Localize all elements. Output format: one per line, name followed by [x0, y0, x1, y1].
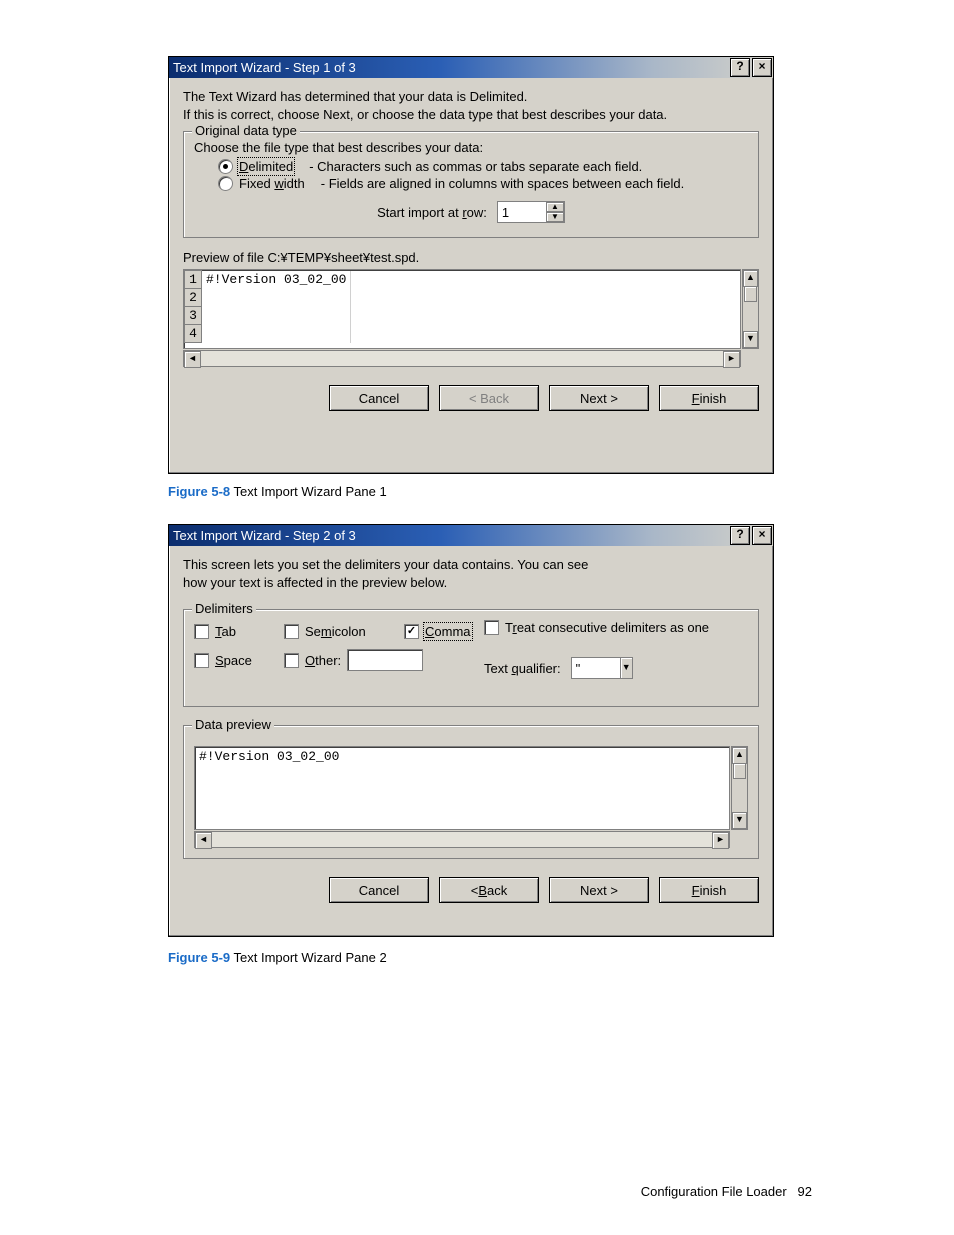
close-icon[interactable]: × — [752, 526, 772, 545]
group-legend: Delimiters — [192, 601, 256, 616]
scroll-left-icon[interactable]: ◄ — [184, 351, 201, 368]
horizontal-scrollbar[interactable]: ◄ ► — [194, 831, 730, 848]
checkbox-semicolon-label: Semicolon — [305, 624, 366, 639]
radio-delimited-desc: - Characters such as commas or tabs sepa… — [309, 159, 642, 174]
preview-row: 1#!Version 03_02_00 — [185, 271, 351, 289]
page-footer: Configuration File Loader 92 — [641, 1184, 812, 1199]
group-prompt: Choose the file type that best describes… — [194, 140, 748, 155]
text-qualifier-combo[interactable]: ▼ — [571, 657, 633, 679]
checkbox-space-label: Space — [215, 653, 252, 668]
back-button: < Back — [439, 385, 539, 411]
back-button[interactable]: < Back — [439, 877, 539, 903]
dialog-title: Text Import Wizard - Step 1 of 3 — [173, 60, 729, 75]
spinner-down-icon[interactable]: ▼ — [546, 212, 564, 222]
preview-row: 4 — [185, 325, 351, 343]
titlebar[interactable]: Text Import Wizard - Step 2 of 3 ? × — [169, 525, 773, 546]
preview-grid[interactable]: 1#!Version 03_02_00 2 3 4 — [183, 269, 741, 349]
wizard-buttons: Cancel < Back Next > Finish — [183, 877, 759, 903]
radio-fixed-label: Fixed width — [239, 176, 305, 191]
scroll-right-icon[interactable]: ► — [723, 351, 740, 368]
footer-section: Configuration File Loader — [641, 1184, 787, 1199]
next-button[interactable]: Next > — [549, 877, 649, 903]
intro-text: The Text Wizard has determined that your… — [183, 88, 759, 123]
scroll-left-icon[interactable]: ◄ — [195, 832, 212, 849]
figure-caption-5-8: Figure 5-8 Text Import Wizard Pane 1 — [168, 484, 387, 499]
footer-page-number: 92 — [798, 1184, 812, 1199]
preview-area: 1#!Version 03_02_00 2 3 4 ▲ ▼ ◄ ► — [183, 269, 759, 367]
scroll-right-icon[interactable]: ► — [712, 832, 729, 849]
checkbox-comma[interactable] — [404, 624, 419, 639]
start-row-label: Start import at row: — [377, 205, 487, 220]
intro-text: This screen lets you set the delimiters … — [183, 556, 759, 591]
help-icon[interactable]: ? — [730, 58, 750, 77]
group-legend: Data preview — [192, 717, 274, 732]
cancel-button[interactable]: Cancel — [329, 385, 429, 411]
checkbox-other[interactable] — [284, 653, 299, 668]
checkbox-comma-label: Comma — [425, 624, 471, 639]
preview-area: #!Version 03_02_00 ▲ ▼ ◄ ► — [194, 746, 748, 848]
finish-button[interactable]: Finish — [659, 877, 759, 903]
start-row-spinner[interactable]: ▲ ▼ — [497, 201, 565, 223]
titlebar[interactable]: Text Import Wizard - Step 1 of 3 ? × — [169, 57, 773, 78]
original-data-type-group: Original data type Choose the file type … — [183, 131, 759, 238]
radio-fixed-width[interactable] — [218, 176, 233, 191]
figure-caption-5-9: Figure 5-9 Text Import Wizard Pane 2 — [168, 950, 387, 965]
data-preview-group: Data preview #!Version 03_02_00 ▲ ▼ ◄ ► — [183, 725, 759, 859]
horizontal-scrollbar[interactable]: ◄ ► — [183, 350, 741, 367]
preview-row: 3 — [185, 307, 351, 325]
radio-fixed-desc: - Fields are aligned in columns with spa… — [321, 176, 684, 191]
spinner-up-icon[interactable]: ▲ — [546, 202, 564, 212]
checkbox-treat-consecutive-label: Treat consecutive delimiters as one — [505, 620, 709, 635]
other-delimiter-input[interactable] — [347, 649, 423, 671]
radio-delimited-label: Delimited — [239, 159, 293, 174]
scroll-up-icon[interactable]: ▲ — [732, 747, 747, 764]
text-import-wizard-step-2: Text Import Wizard - Step 2 of 3 ? × Thi… — [168, 524, 774, 937]
close-icon[interactable]: × — [752, 58, 772, 77]
vertical-scrollbar[interactable]: ▲ ▼ — [742, 269, 759, 349]
start-row-input[interactable] — [498, 202, 546, 222]
wizard-buttons: Cancel < Back Next > Finish — [183, 385, 759, 411]
preview-file-label: Preview of file C:¥TEMP¥sheet¥test.spd. — [183, 250, 759, 265]
help-icon[interactable]: ? — [730, 526, 750, 545]
checkbox-other-label: Other: — [305, 653, 341, 668]
checkbox-treat-consecutive[interactable] — [484, 620, 499, 635]
checkbox-tab[interactable] — [194, 624, 209, 639]
text-qualifier-label: Text qualifier: — [484, 661, 561, 676]
checkbox-space[interactable] — [194, 653, 209, 668]
preview-row: 2 — [185, 289, 351, 307]
text-import-wizard-step-1: Text Import Wizard - Step 1 of 3 ? × The… — [168, 56, 774, 474]
delimiters-group: Delimiters Tab Semicolon Comma — [183, 609, 759, 707]
chevron-down-icon[interactable]: ▼ — [620, 658, 632, 678]
scroll-down-icon[interactable]: ▼ — [743, 331, 758, 348]
finish-button[interactable]: Finish — [659, 385, 759, 411]
scroll-thumb[interactable] — [733, 763, 746, 779]
scroll-up-icon[interactable]: ▲ — [743, 270, 758, 287]
data-preview[interactable]: #!Version 03_02_00 — [194, 746, 730, 830]
checkbox-semicolon[interactable] — [284, 624, 299, 639]
scroll-down-icon[interactable]: ▼ — [732, 812, 747, 829]
checkbox-tab-label: Tab — [215, 624, 236, 639]
scroll-thumb[interactable] — [744, 286, 757, 302]
dialog-title: Text Import Wizard - Step 2 of 3 — [173, 528, 729, 543]
vertical-scrollbar[interactable]: ▲ ▼ — [731, 746, 748, 830]
cancel-button[interactable]: Cancel — [329, 877, 429, 903]
group-legend: Original data type — [192, 123, 300, 138]
radio-delimited[interactable] — [218, 159, 233, 174]
text-qualifier-input[interactable] — [572, 658, 620, 678]
next-button[interactable]: Next > — [549, 385, 649, 411]
